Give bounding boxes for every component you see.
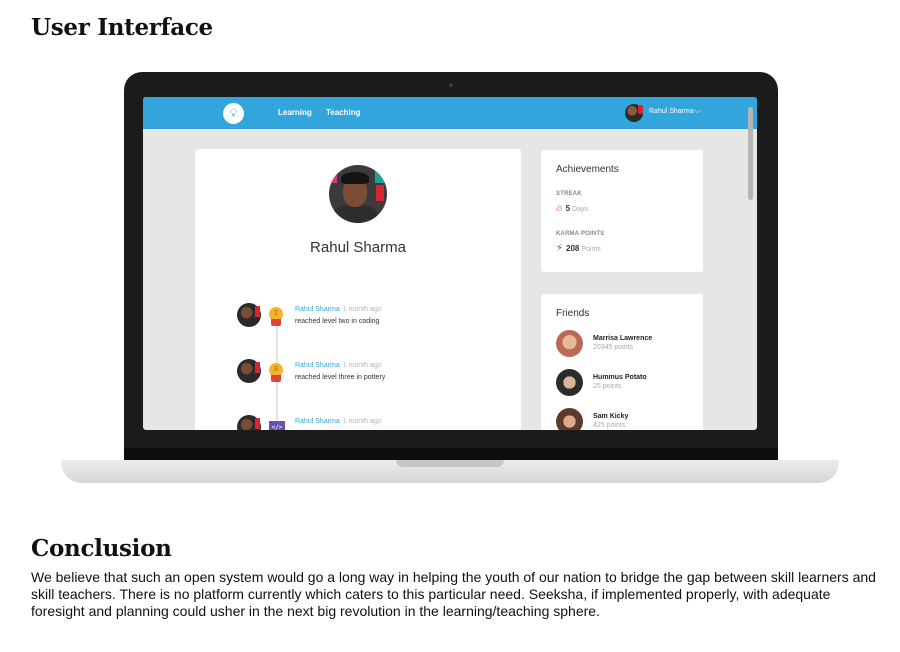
- karma-value: 208: [566, 244, 580, 253]
- feed-item: 3 Rahul Sharma 1 month ago reached level …: [237, 359, 507, 399]
- friends-card: Friends Marrisa Lawrence 20345 points Hu…: [541, 294, 703, 430]
- laptop-notch: [396, 460, 504, 467]
- code-icon: </>: [269, 421, 285, 430]
- section-heading-conclusion: Conclusion: [31, 535, 172, 562]
- medal-icon: 3: [269, 363, 283, 382]
- scrollbar[interactable]: [748, 107, 753, 200]
- friend-points: 20345 points: [593, 344, 634, 351]
- friend-item[interactable]: Marrisa Lawrence 20345 points: [556, 330, 701, 360]
- streak-row: 🔥︎ 5 Days: [556, 203, 588, 214]
- feed-time: 1 month ago: [342, 306, 382, 313]
- avatar: [556, 330, 583, 357]
- streak-value: 5: [565, 204, 571, 213]
- friend-name: Marrisa Lawrence: [593, 335, 653, 342]
- streak-unit: Days: [572, 206, 588, 213]
- feed-text: reached level two in coding: [295, 318, 380, 325]
- app-screen: 💡︎ Learning Teaching Rahul Sharma ⌵ Rahu…: [143, 97, 757, 430]
- top-navbar: 💡︎ Learning Teaching Rahul Sharma ⌵: [143, 97, 757, 129]
- achievements-card: Achievements STREAK 🔥︎ 5 Days KARMA POINT…: [541, 150, 703, 272]
- medal-icon: 2: [269, 307, 283, 326]
- webcam: [449, 83, 453, 87]
- lightning-icon: ⚡︎: [556, 243, 564, 254]
- friend-points: 25 points: [593, 383, 622, 390]
- friend-item[interactable]: Hummus Potato 25 points: [556, 369, 701, 399]
- friends-title: Friends: [556, 308, 590, 319]
- user-avatar[interactable]: [625, 104, 643, 122]
- streak-label: STREAK: [556, 191, 582, 197]
- conclusion-paragraph: We believe that such an open system woul…: [31, 569, 876, 619]
- feed-time: 1 month ago: [342, 362, 382, 369]
- friend-item[interactable]: Sam Kicky 425 points: [556, 408, 701, 430]
- feed-text: reached level three in pottery: [295, 374, 386, 381]
- avatar: [556, 408, 583, 430]
- feed-item: </> Rahul Sharma 1 month ago: [237, 415, 507, 430]
- flame-icon: 🔥︎: [556, 203, 563, 213]
- chevron-down-icon[interactable]: ⌵: [694, 106, 701, 116]
- profile-avatar: [329, 165, 387, 223]
- friend-name: Sam Kicky: [593, 413, 629, 420]
- feed-author[interactable]: Rahul Sharma 1 month ago: [295, 306, 382, 313]
- avatar[interactable]: [237, 303, 261, 327]
- nav-user-name[interactable]: Rahul Sharma: [649, 108, 694, 115]
- lightbulb-icon[interactable]: 💡︎: [223, 103, 244, 124]
- feed-time: 1 month ago: [342, 418, 382, 425]
- nav-link-teaching[interactable]: Teaching: [326, 108, 361, 117]
- karma-unit: Points: [581, 246, 601, 253]
- friend-name: Hummus Potato: [593, 374, 647, 381]
- avatar[interactable]: [237, 359, 261, 383]
- avatar: [556, 369, 583, 396]
- karma-label: KARMA POINTS: [556, 231, 605, 237]
- section-heading-user-interface: User Interface: [31, 14, 213, 41]
- avatar[interactable]: [237, 415, 261, 430]
- feed-item: 2 Rahul Sharma 1 month ago reached level …: [237, 303, 507, 343]
- friend-points: 425 points: [593, 422, 626, 429]
- nav-link-learning[interactable]: Learning: [278, 108, 312, 117]
- achievements-title: Achievements: [556, 164, 619, 175]
- feed-author[interactable]: Rahul Sharma 1 month ago: [295, 418, 382, 425]
- profile-name: Rahul Sharma: [310, 239, 406, 256]
- profile-card: Rahul Sharma 2 Rahul Sharma 1 month ago r…: [195, 149, 521, 430]
- feed-author[interactable]: Rahul Sharma 1 month ago: [295, 362, 382, 369]
- karma-row: ⚡︎ 208 Points: [556, 243, 601, 254]
